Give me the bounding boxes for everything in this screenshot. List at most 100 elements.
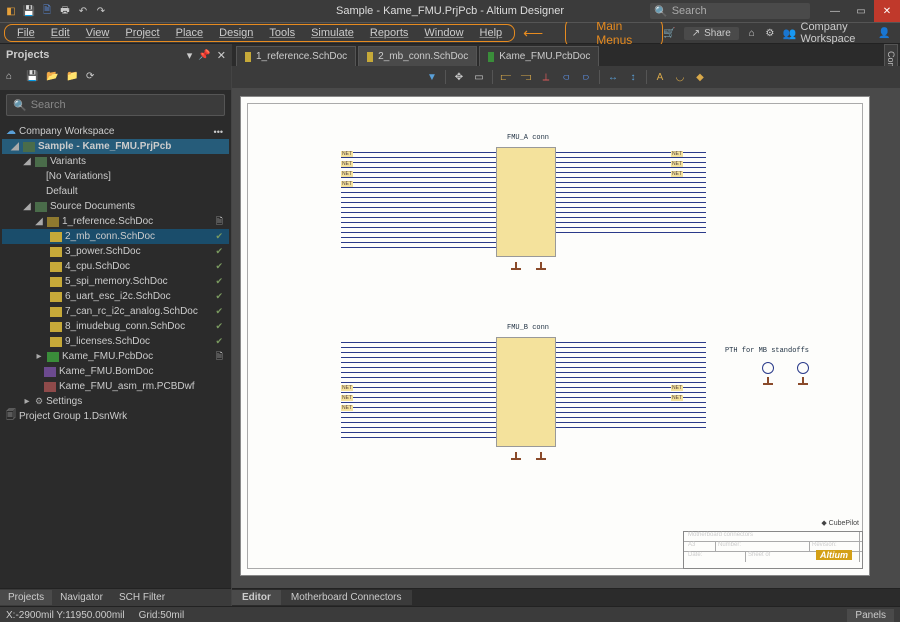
tab-motherboard-connectors[interactable]: Motherboard Connectors xyxy=(281,590,412,605)
folder-open-icon[interactable]: 📂 xyxy=(46,71,60,85)
redo-icon[interactable]: ↷ xyxy=(94,4,108,18)
menu-window[interactable]: Window xyxy=(416,26,471,40)
doc-4-cpu[interactable]: 4_cpu.SchDoc ✔ xyxy=(2,259,229,274)
save-icon[interactable]: 💾 xyxy=(22,4,36,18)
variant-no-variations[interactable]: [No Variations] xyxy=(2,169,229,184)
altium-watermark: Altium xyxy=(816,550,852,560)
variants-node[interactable]: ◢ Variants xyxy=(2,154,229,169)
minimize-button[interactable]: — xyxy=(822,0,848,22)
menu-place[interactable]: Place xyxy=(168,26,212,40)
doc-6-uart-esc-i2c[interactable]: 6_uart_esc_i2c.SchDoc ✔ xyxy=(2,289,229,304)
more-icon[interactable]: ••• xyxy=(214,127,229,137)
save-tree-icon[interactable]: 💾 xyxy=(26,71,40,85)
doc-status-icon: ✔ xyxy=(215,276,229,287)
maximize-button[interactable]: ▭ xyxy=(848,0,874,22)
doc-2-mb-conn[interactable]: 2_mb_conn.SchDoc ✔ xyxy=(2,229,229,244)
doc-7-can-rc-i2c-analog[interactable]: 7_can_rc_i2c_analog.SchDoc ✔ xyxy=(2,304,229,319)
panel-close-icon[interactable]: ✕ xyxy=(217,49,226,62)
expand-icon[interactable]: ▸ xyxy=(22,396,32,407)
pin-icon[interactable]: 📌 xyxy=(198,50,210,61)
doc-status-icon: ✔ xyxy=(215,261,229,272)
share-button[interactable]: ↗ Share xyxy=(684,27,739,40)
schematic-icon xyxy=(50,322,62,332)
highlight-icon[interactable]: ◆ xyxy=(691,68,709,86)
doc-5-spi-memory[interactable]: 5_spi_memory.SchDoc ✔ xyxy=(2,274,229,289)
schematic-icon xyxy=(50,292,62,302)
save-all-icon[interactable]: 🗎 xyxy=(40,4,54,18)
doc-status-icon: ✔ xyxy=(215,336,229,347)
refresh-icon[interactable]: ⟳ xyxy=(86,71,100,85)
align-bottom-icon[interactable]: ⫐ xyxy=(577,68,595,86)
arc-icon[interactable]: ◡ xyxy=(671,68,689,86)
folder-icon[interactable]: 📁 xyxy=(66,71,80,85)
doc-kame-fmu-bom[interactable]: Kame_FMU.BomDoc xyxy=(2,364,229,379)
projects-search[interactable]: 🔍 Search xyxy=(6,94,225,116)
settings-node[interactable]: ▸ ⚙ Settings xyxy=(2,394,229,409)
schematic-icon xyxy=(50,232,62,242)
doc-tab-1-reference[interactable]: 1_reference.SchDoc xyxy=(236,46,356,66)
home-tree-icon[interactable]: ⌂ xyxy=(6,71,20,85)
doc-status-icon: 🗎 xyxy=(216,214,229,230)
doc-3-power[interactable]: 3_power.SchDoc ✔ xyxy=(2,244,229,259)
search-icon: 🔍 xyxy=(13,99,27,112)
doc-8-imudebug-conn[interactable]: 8_imudebug_conn.SchDoc ✔ xyxy=(2,319,229,334)
tab-editor[interactable]: Editor xyxy=(232,590,281,605)
doc-status-icon: ✔ xyxy=(215,231,229,242)
align-center-icon[interactable]: ⟂ xyxy=(537,68,555,86)
assembly-icon xyxy=(44,382,56,392)
folder-icon xyxy=(35,157,47,167)
menu-tools[interactable]: Tools xyxy=(261,26,303,40)
expand-icon[interactable]: ▸ xyxy=(34,351,44,362)
expand-icon[interactable]: ◢ xyxy=(22,201,32,212)
global-search[interactable]: 🔍 Search xyxy=(650,3,810,19)
expand-icon[interactable]: ◢ xyxy=(34,216,44,227)
menu-design[interactable]: Design xyxy=(211,26,261,40)
expand-icon[interactable]: ◢ xyxy=(22,156,32,167)
buy-icon[interactable]: 🛒 xyxy=(663,26,675,40)
menu-edit[interactable]: Edit xyxy=(43,26,78,40)
menu-reports[interactable]: Reports xyxy=(362,26,417,40)
tab-sch-filter[interactable]: SCH Filter xyxy=(111,590,173,605)
workspace-selector[interactable]: 👥 Company Workspace xyxy=(783,21,871,45)
tab-navigator[interactable]: Navigator xyxy=(52,590,111,605)
menu-help[interactable]: Help xyxy=(472,26,511,40)
menu-view[interactable]: View xyxy=(78,26,118,40)
project-node[interactable]: ◢ Sample - Kame_FMU.PrjPcb xyxy=(2,139,229,154)
undo-icon[interactable]: ↶ xyxy=(76,4,90,18)
gnd-symbol xyxy=(536,452,546,462)
align-left-icon[interactable]: ⫍ xyxy=(497,68,515,86)
panels-button[interactable]: Panels xyxy=(847,609,894,622)
filter-icon[interactable]: ▼ xyxy=(423,68,441,86)
tab-projects[interactable]: Projects xyxy=(0,590,52,605)
doc-tab-kame-fmu-pcb[interactable]: Kame_FMU.PcbDoc xyxy=(479,46,599,66)
doc-1-reference[interactable]: ◢ 1_reference.SchDoc 🗎 xyxy=(2,214,229,229)
align-right-icon[interactable]: ⫎ xyxy=(517,68,535,86)
distribute-h-icon[interactable]: ↔ xyxy=(604,68,622,86)
variant-default[interactable]: Default xyxy=(2,184,229,199)
source-documents-node[interactable]: ◢ Source Documents xyxy=(2,199,229,214)
menu-simulate[interactable]: Simulate xyxy=(303,26,362,40)
doc-tab-2-mb-conn[interactable]: 2_mb_conn.SchDoc xyxy=(358,46,477,66)
user-avatar[interactable]: 👤 xyxy=(878,26,890,40)
move-icon[interactable]: ✥ xyxy=(450,68,468,86)
panel-dropdown-icon[interactable]: ▾ xyxy=(187,49,193,62)
doc-kame-fmu-asm[interactable]: Kame_FMU_asm_rm.PCBDwf xyxy=(2,379,229,394)
select-icon[interactable]: ▭ xyxy=(470,68,488,86)
home-icon[interactable]: ⌂ xyxy=(747,26,757,40)
expand-icon[interactable]: ◢ xyxy=(10,141,20,152)
project-group-node[interactable]: 🗐 Project Group 1.DsnWrk xyxy=(2,409,229,424)
doc-kame-fmu-pcb[interactable]: ▸ Kame_FMU.PcbDoc 🗎 xyxy=(2,349,229,364)
doc-status-icon: 🗎 xyxy=(216,349,229,365)
settings-icon[interactable]: ⚙ xyxy=(765,26,775,40)
doc-status-icon: ✔ xyxy=(215,306,229,317)
menu-project[interactable]: Project xyxy=(117,26,167,40)
menu-file[interactable]: File xyxy=(9,26,43,40)
schematic-canvas[interactable]: FMU_A conn FMU_B conn NETNETNETNET xyxy=(232,88,900,588)
print-icon[interactable]: 🖶 xyxy=(58,4,72,18)
distribute-v-icon[interactable]: ↕ xyxy=(624,68,642,86)
doc-9-licenses[interactable]: 9_licenses.SchDoc ✔ xyxy=(2,334,229,349)
align-top-icon[interactable]: ⫏ xyxy=(557,68,575,86)
workspace-node[interactable]: ☁ Company Workspace ••• xyxy=(2,124,229,139)
text-icon[interactable]: A xyxy=(651,68,669,86)
close-button[interactable]: ✕ xyxy=(874,0,900,22)
